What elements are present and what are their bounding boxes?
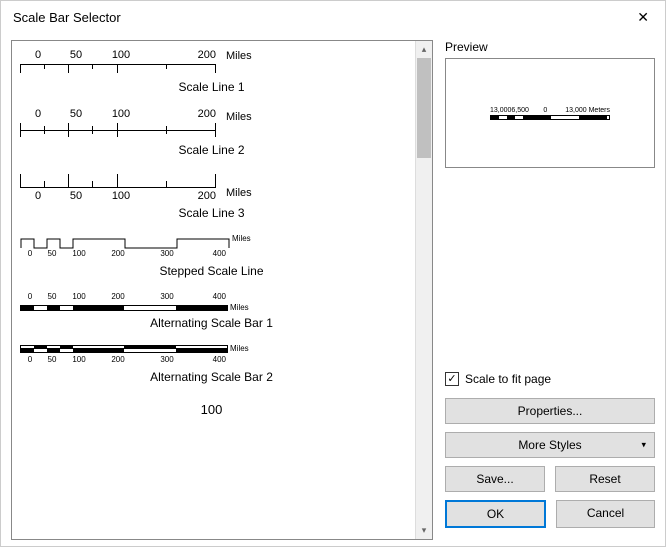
ok-button[interactable]: OK xyxy=(445,500,546,528)
preview-label: Preview xyxy=(445,40,655,58)
scroll-up-icon[interactable]: ▴ xyxy=(416,41,432,58)
list-viewport[interactable]: 0 50 100 200 xyxy=(12,41,415,539)
list-item[interactable]: 0 50 100 200 xyxy=(16,108,407,171)
more-styles-dropdown[interactable]: More Styles xyxy=(445,432,655,458)
checkmark-icon: ✓ xyxy=(445,372,459,386)
save-button[interactable]: Save... xyxy=(445,466,545,492)
scalebar-list: 0 50 100 200 xyxy=(11,40,433,540)
list-item[interactable]: 0 50 100 200 Miles Scale Line 3 xyxy=(16,171,407,234)
dialog-title: Scale Bar Selector xyxy=(13,10,121,25)
scale-to-fit-checkbox[interactable]: ✓ Scale to fit page xyxy=(445,372,655,386)
close-icon[interactable]: ✕ xyxy=(633,9,653,26)
cancel-button[interactable]: Cancel xyxy=(556,500,655,528)
stepped-line-icon xyxy=(20,235,230,249)
preview-scalebar-icon xyxy=(490,115,610,120)
list-item[interactable]: Miles 0 50 100 200 300 400 Stepped Scale… xyxy=(16,234,407,292)
scrollbar[interactable]: ▴ ▾ xyxy=(415,41,432,539)
list-item[interactable]: 0 50 100 200 300 400 xyxy=(16,292,407,344)
scroll-thumb[interactable] xyxy=(417,58,431,158)
list-item[interactable]: 100 xyxy=(16,398,407,431)
scroll-down-icon[interactable]: ▾ xyxy=(416,522,432,539)
list-item[interactable]: 0 50 100 200 xyxy=(16,49,407,108)
reset-button[interactable]: Reset xyxy=(555,466,655,492)
list-item[interactable]: Miles 0 50 100 200 300 400 Alternating S… xyxy=(16,344,407,398)
preview-box: 13,0006,500 0 13,000 Meters xyxy=(445,58,655,168)
properties-button[interactable]: Properties... xyxy=(445,398,655,424)
preview-numbers: 13,0006,500 0 13,000 Meters xyxy=(490,107,610,114)
